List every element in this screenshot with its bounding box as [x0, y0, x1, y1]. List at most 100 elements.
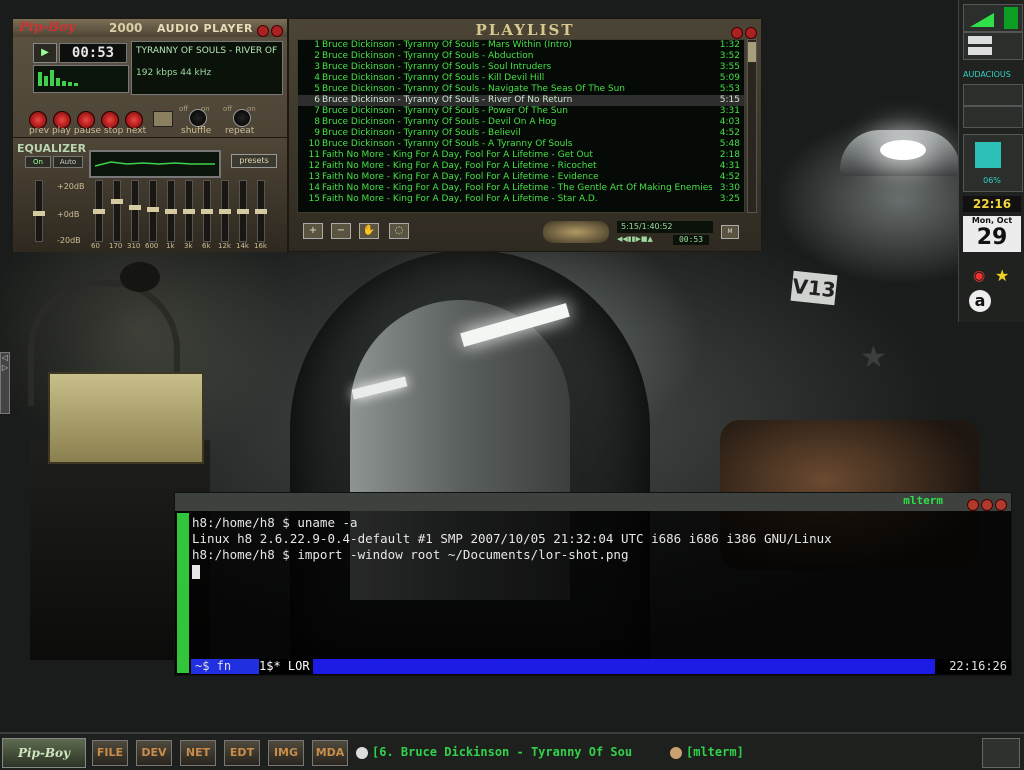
start-button[interactable]: Pip-Boy — [2, 738, 86, 768]
playlist-item-number: 2 — [314, 51, 320, 61]
eq-band-slider[interactable] — [219, 180, 231, 242]
eq-on-button[interactable]: On — [25, 156, 51, 168]
system-tray[interactable] — [982, 738, 1020, 768]
eq-freq-label: 600 — [145, 242, 159, 250]
playlist-window[interactable]: PLAYLIST 1 Bruce Dickinson - Tyranny Of S… — [288, 18, 762, 252]
playlist-item[interactable]: 1 Bruce Dickinson - Tyranny Of Souls - Ma… — [298, 40, 744, 51]
edge-tab[interactable]: ◁ ▷ — [0, 352, 10, 414]
calendar-date: 29 — [976, 225, 1008, 250]
audio-player-window[interactable]: Pip-Boy 2000 AUDIO PLAYER ▶ 00:53 TYRANN… — [12, 18, 288, 252]
eq-band-slider[interactable] — [129, 180, 141, 242]
dock-clock[interactable]: 22:16 — [963, 196, 1021, 212]
playlist-item[interactable]: 5 Bruce Dickinson - Tyranny Of Souls - Na… — [298, 84, 744, 95]
window-buttons — [965, 496, 1007, 515]
status-left: ~$ fn — [191, 659, 259, 674]
status-fill — [313, 659, 935, 674]
equalizer-panel: EQUALIZER On Auto presets +20dB +0dB -20… — [13, 137, 287, 252]
eject-button[interactable] — [153, 111, 173, 127]
playlist-item[interactable]: 14 Faith No More - King For A Day, Fool F… — [298, 183, 744, 194]
misc-button[interactable]: ◌ — [389, 223, 409, 239]
status-window[interactable]: 1$* LOR — [259, 659, 311, 674]
eq-band-slider[interactable] — [93, 180, 105, 242]
playlist-item-number: 1 — [314, 40, 320, 50]
eq-band-slider[interactable] — [147, 180, 159, 242]
cpu-percent: 06% — [983, 176, 1001, 185]
playlist-item[interactable]: 13 Faith No More - King For A Day, Fool F… — [298, 172, 744, 183]
shuffle-off-label: off — [179, 105, 189, 113]
close-icon[interactable] — [745, 27, 757, 39]
eq-band-slider[interactable] — [111, 180, 123, 242]
player-time[interactable]: 00:53 — [59, 43, 127, 63]
playlist-title[interactable]: PLAYLIST — [289, 19, 761, 41]
eq-preamp-slider[interactable] — [33, 180, 45, 242]
eq-band-slider[interactable] — [183, 180, 195, 242]
repeat-knob[interactable] — [233, 109, 251, 127]
playlist-item-title: Bruce Dickinson - Tyranny Of Souls - Bel… — [322, 128, 521, 138]
shuffle-knob[interactable] — [189, 109, 207, 127]
taskbar-task-terminal[interactable]: [mlterm] — [670, 742, 770, 762]
dock-app-controls[interactable] — [963, 32, 1023, 60]
playlist-item[interactable]: 8 Bruce Dickinson - Tyranny Of Souls - De… — [298, 117, 744, 128]
playlist-item-number: 3 — [314, 62, 320, 72]
playlist-item[interactable]: 4 Bruce Dickinson - Tyranny Of Souls - Ki… — [298, 73, 744, 84]
eq-freq-label: 3k — [184, 242, 193, 250]
close-icon[interactable] — [271, 25, 283, 37]
app-a-icon[interactable]: a — [969, 290, 991, 312]
eq-db-bottom: -20dB — [57, 236, 81, 245]
eq-band-slider[interactable] — [237, 180, 249, 242]
taskbar-task-player[interactable]: [6. Bruce Dickinson - Tyranny Of Sou — [356, 742, 662, 762]
status-time: 22:16:26 — [949, 659, 1007, 673]
eq-presets-button[interactable]: presets — [231, 154, 277, 168]
minimize-icon[interactable] — [731, 27, 743, 39]
playlist-item-title: Faith No More - King For A Day, Fool For… — [322, 150, 593, 160]
playlist-menu-button[interactable]: M — [721, 225, 739, 239]
playlist-item-number: 5 — [314, 84, 320, 94]
terminal-titlebar[interactable]: mlterm — [175, 493, 1011, 511]
play-state-icon[interactable]: ▶ — [33, 43, 57, 63]
taskbar-dev-button[interactable]: DEV — [136, 740, 172, 766]
spectrum-analyzer[interactable] — [33, 65, 129, 93]
select-button[interactable]: ✋ — [359, 223, 379, 239]
eq-band-slider[interactable] — [255, 180, 267, 242]
terminal-output[interactable]: h8:/home/h8 $ uname -a Linux h8 2.6.22.9-… — [192, 515, 832, 579]
close-icon[interactable] — [995, 499, 1007, 511]
playlist-item-duration: 3:52 — [719, 51, 740, 61]
minimize-icon[interactable] — [257, 25, 269, 37]
playlist-item[interactable]: 3 Bruce Dickinson - Tyranny Of Souls - So… — [298, 62, 744, 73]
playlist-item[interactable]: 11 Faith No More - King For A Day, Fool F… — [298, 150, 744, 161]
playlist-scrollbar[interactable] — [747, 39, 757, 213]
playlist-info: 5:15/1:40:52 — [617, 221, 713, 233]
maximize-icon[interactable] — [981, 499, 993, 511]
minimize-icon[interactable] — [967, 499, 979, 511]
dock-calendar[interactable]: Mon, Oct 29 — [963, 216, 1021, 252]
playlist-item[interactable]: 6 Bruce Dickinson - Tyranny Of Souls - Ri… — [298, 95, 744, 106]
taskbar-file-button[interactable]: FILE — [92, 740, 128, 766]
taskbar-edt-button[interactable]: EDT — [224, 740, 260, 766]
remove-button[interactable]: − — [331, 223, 351, 239]
eq-band-slider[interactable] — [201, 180, 213, 242]
task-label: [6. Bruce Dickinson - Tyranny Of Sou — [372, 745, 633, 759]
eq-auto-button[interactable]: Auto — [53, 156, 83, 168]
playlist-item-title: Bruce Dickinson - Tyranny Of Souls - Pow… — [322, 106, 568, 116]
taskbar-mda-button[interactable]: MDA — [312, 740, 348, 766]
playlist-item[interactable]: 15 Faith No More - King For A Day, Fool F… — [298, 194, 744, 205]
terminal-scrollbar[interactable] — [177, 513, 189, 673]
playlist-list[interactable]: 1 Bruce Dickinson - Tyranny Of Souls - Ma… — [297, 39, 745, 213]
playlist-item[interactable]: 12 Faith No More - King For A Day, Fool F… — [298, 161, 744, 172]
eq-band-slider[interactable] — [165, 180, 177, 242]
speaker-icon[interactable]: ◉ — [973, 268, 985, 284]
playlist-item[interactable]: 7 Bruce Dickinson - Tyranny Of Souls - Po… — [298, 106, 744, 117]
terminal-window[interactable]: mlterm h8:/home/h8 $ uname -a Linux h8 2.… — [174, 492, 1012, 676]
star-icon[interactable]: ★ — [995, 266, 1009, 285]
taskbar-img-button[interactable]: IMG — [268, 740, 304, 766]
taskbar-net-button[interactable]: NET — [180, 740, 216, 766]
dock-audacious-status[interactable] — [963, 106, 1023, 128]
dock-app-volume[interactable] — [963, 4, 1023, 32]
playlist-item[interactable]: 10 Bruce Dickinson - Tyranny Of Souls - A… — [298, 139, 744, 150]
shuffle-label: shuffle — [181, 126, 212, 136]
dock-audacious-progress[interactable] — [963, 84, 1023, 106]
add-button[interactable]: + — [303, 223, 323, 239]
playlist-item[interactable]: 2 Bruce Dickinson - Tyranny Of Souls - Ab… — [298, 51, 744, 62]
playlist-item[interactable]: 9 Bruce Dickinson - Tyranny Of Souls - Be… — [298, 128, 744, 139]
audio-player-titlebar[interactable]: Pip-Boy 2000 AUDIO PLAYER — [13, 19, 287, 37]
